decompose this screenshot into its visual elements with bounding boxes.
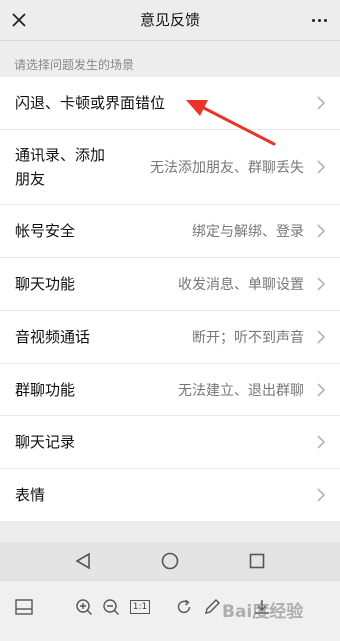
panel-icon bbox=[15, 599, 33, 615]
list-item-sub: 无法添加朋友、群聊丢失 bbox=[150, 159, 304, 176]
list-item-label: 通讯录、添加朋友 bbox=[15, 145, 106, 188]
scenario-list: 闪退、卡顿或界面错位 通讯录、添加朋友 无法添加朋友、群聊丢失 帐号安全 绑定与… bbox=[0, 77, 340, 523]
chevron-right-icon bbox=[317, 330, 326, 344]
list-item-sub: 绑定与解绑、登录 bbox=[192, 223, 304, 240]
zoom-in-button[interactable] bbox=[72, 595, 96, 619]
list-item-label: 聊天功能 bbox=[15, 274, 76, 293]
list-item-group-chat[interactable]: 群聊功能 无法建立、退出群聊 bbox=[0, 364, 340, 417]
more-icon bbox=[311, 18, 315, 22]
list-item-stickers[interactable]: 表情 bbox=[0, 469, 340, 523]
list-item-label: 群聊功能 bbox=[15, 380, 76, 399]
chevron-right-icon bbox=[317, 277, 326, 291]
chevron-right-icon bbox=[317, 382, 326, 397]
system-nav-bar bbox=[0, 542, 340, 580]
chevron-right-icon bbox=[317, 224, 326, 238]
viewer-toolbar: 1:1 Bai度经验 bbox=[0, 580, 340, 641]
list-item-label: 音视频通话 bbox=[15, 327, 91, 346]
back-button[interactable] bbox=[69, 547, 97, 575]
edit-pen-icon bbox=[205, 599, 220, 614]
list-item-sub: 收发消息、单聊设置 bbox=[178, 276, 304, 293]
list-item-chat-function[interactable]: 聊天功能 收发消息、单聊设置 bbox=[0, 258, 340, 311]
chevron-right-icon bbox=[317, 160, 326, 174]
list-item-av-call[interactable]: 音视频通话 断开；听不到声音 bbox=[0, 311, 340, 364]
list-item-label: 闪退、卡顿或界面错位 bbox=[15, 93, 166, 112]
rotate-button[interactable] bbox=[172, 595, 196, 619]
zoom-out-icon bbox=[103, 599, 119, 615]
chevron-right-icon bbox=[317, 96, 326, 110]
close-button[interactable] bbox=[4, 5, 34, 35]
list-item-chat-history[interactable]: 聊天记录 bbox=[0, 416, 340, 470]
close-icon bbox=[12, 13, 26, 27]
chevron-right-icon bbox=[317, 435, 326, 449]
edit-button[interactable] bbox=[200, 595, 224, 619]
chevron-right-icon bbox=[317, 488, 326, 502]
home-button[interactable] bbox=[156, 547, 184, 575]
fit-icon: 1:1 bbox=[129, 600, 151, 614]
list-item-sub: 无法建立、退出群聊 bbox=[178, 382, 304, 399]
page-title: 意见反馈 bbox=[139, 11, 200, 29]
list-item-label: 帐号安全 bbox=[15, 221, 76, 240]
fit-button[interactable]: 1:1 bbox=[128, 595, 152, 619]
title-bar: 意见反馈 bbox=[0, 0, 340, 41]
section-caption: 请选择问题发生的场景 bbox=[14, 58, 135, 72]
download-button[interactable] bbox=[250, 595, 274, 619]
list-item-crash[interactable]: 闪退、卡顿或界面错位 bbox=[0, 77, 340, 130]
zoom-in-icon bbox=[76, 599, 92, 615]
list-item-contacts[interactable]: 通讯录、添加朋友 无法添加朋友、群聊丢失 bbox=[0, 130, 340, 205]
download-icon bbox=[255, 600, 269, 614]
annotation-arrow-icon bbox=[186, 100, 276, 146]
list-item-label: 表情 bbox=[15, 486, 46, 505]
list-item-label: 聊天记录 bbox=[15, 433, 76, 452]
panel-button[interactable] bbox=[12, 595, 36, 619]
rotate-icon bbox=[177, 599, 191, 614]
back-triangle-icon bbox=[75, 552, 91, 570]
list-item-sub: 断开；听不到声音 bbox=[192, 329, 304, 346]
screen: 意见反馈 请选择问题发生的场景 闪退、卡顿或界面错位 通讯录、添加朋友 无法添加… bbox=[0, 0, 340, 641]
recents-square-icon bbox=[249, 553, 264, 569]
list-item-account-security[interactable]: 帐号安全 绑定与解绑、登录 bbox=[0, 205, 340, 258]
zoom-out-button[interactable] bbox=[99, 595, 123, 619]
home-circle-icon bbox=[161, 552, 179, 570]
recents-button[interactable] bbox=[243, 547, 271, 575]
more-button[interactable] bbox=[304, 5, 334, 35]
